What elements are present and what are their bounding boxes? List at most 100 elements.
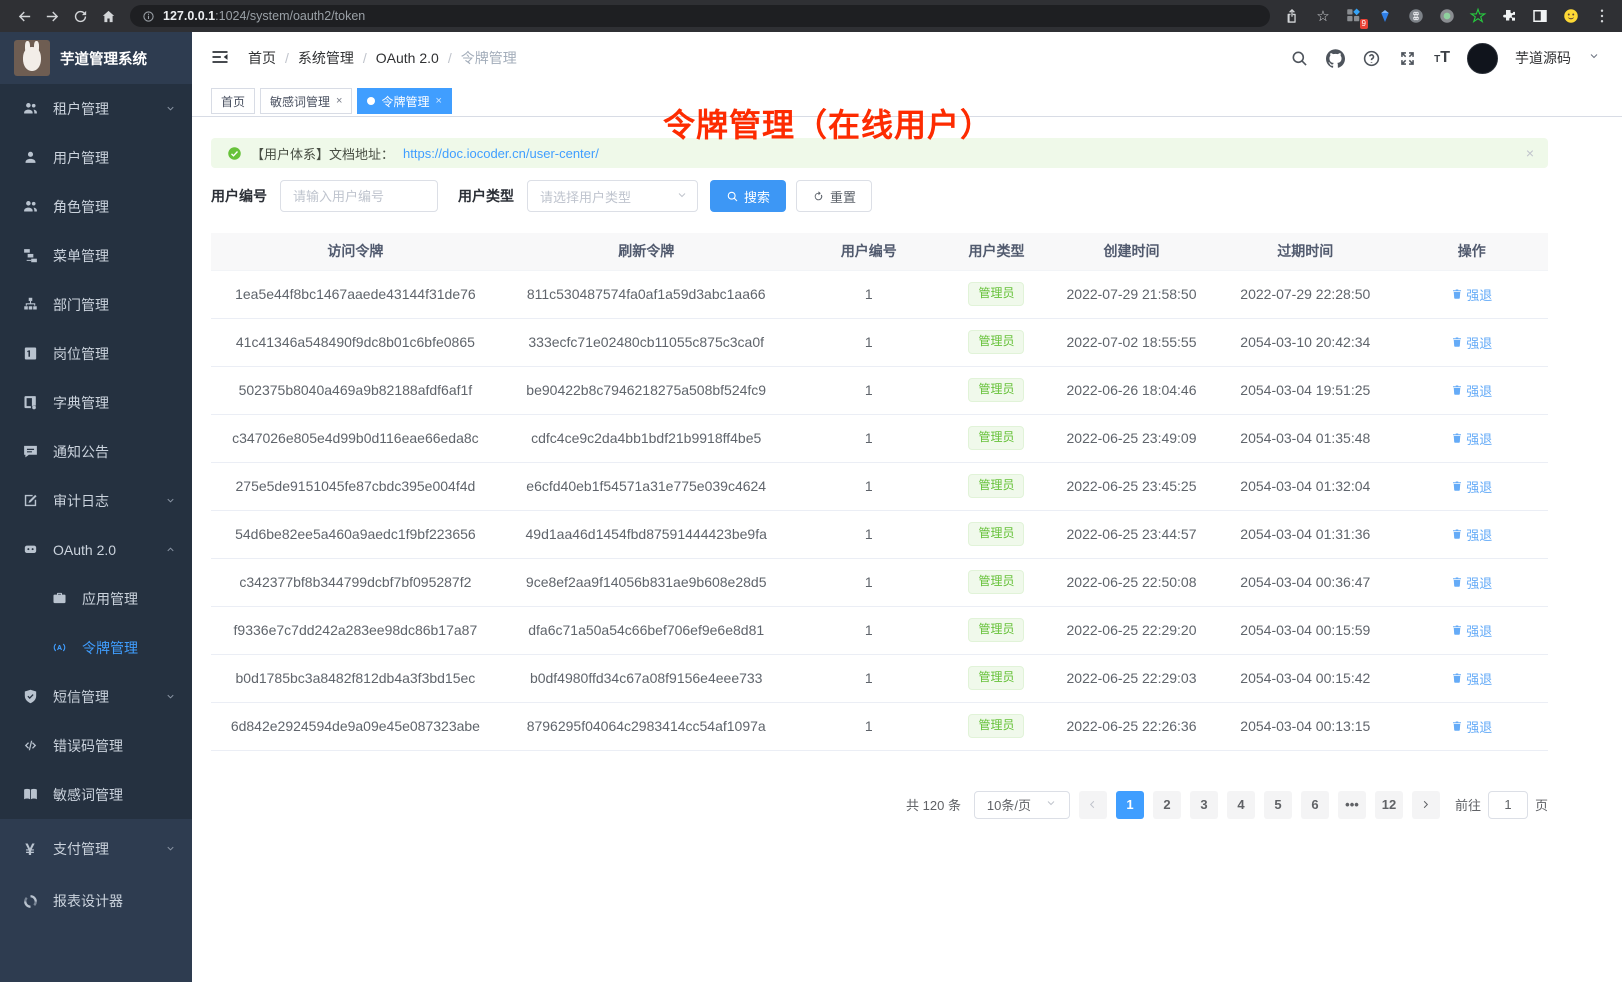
sidebar-item-5[interactable]: 部门管理	[0, 280, 192, 329]
trash-icon	[1451, 336, 1463, 348]
page-button-2[interactable]: 2	[1153, 791, 1181, 819]
column-header: 过期时间	[1215, 233, 1395, 270]
cell-created: 2022-07-02 18:55:55	[1048, 318, 1215, 366]
reset-button[interactable]: 重置	[796, 180, 872, 212]
user-name[interactable]: 芋道源码	[1515, 48, 1571, 68]
chevron-down-icon	[165, 841, 176, 857]
home-icon[interactable]	[94, 3, 122, 29]
prev-page-button[interactable]	[1079, 791, 1107, 819]
github-icon[interactable]	[1326, 49, 1345, 68]
sidebar-item-7[interactable]: 字典管理	[0, 378, 192, 427]
trash-icon	[1451, 576, 1463, 588]
command-extension-icon[interactable]	[1406, 6, 1426, 26]
extension-grid-icon[interactable]: 9	[1344, 6, 1364, 26]
page-button-5[interactable]: 5	[1264, 791, 1292, 819]
page-button-6[interactable]: 6	[1301, 791, 1329, 819]
reload-icon[interactable]	[66, 3, 94, 29]
search-button[interactable]: 搜索	[710, 180, 786, 212]
app-briefcase-icon	[50, 590, 68, 608]
force-logout-button[interactable]: 强退	[1451, 477, 1492, 496]
puzzle-extension-icon[interactable]	[1499, 6, 1519, 26]
profile-emoji-icon[interactable]	[1561, 6, 1581, 26]
sidebar-item-4[interactable]: 菜单管理	[0, 231, 192, 280]
column-header: 刷新令牌	[500, 233, 793, 270]
page-size-select[interactable]: 10条/页	[974, 791, 1070, 819]
fullscreen-icon[interactable]	[1398, 49, 1417, 68]
alert-doc-link[interactable]: https://doc.iocoder.cn/user-center/	[403, 146, 599, 161]
sidebar-item-label: 审计日志	[53, 491, 109, 511]
user-menu-caret-icon[interactable]	[1588, 49, 1600, 67]
search-icon[interactable]	[1290, 49, 1309, 68]
collapse-sidebar-icon[interactable]	[210, 47, 232, 69]
avatar[interactable]	[1467, 43, 1498, 74]
back-icon[interactable]	[10, 3, 38, 29]
sidebar-item-label: 通知公告	[53, 442, 109, 462]
sidebar-item-6[interactable]: 岗位管理	[0, 329, 192, 378]
cell-access: 41c41346a548490f9dc8b01c6bfe0865	[211, 318, 500, 366]
sidebar-item-12[interactable]: 令牌管理	[0, 623, 192, 672]
force-logout-button[interactable]: 强退	[1451, 285, 1492, 304]
page-button-12[interactable]: 12	[1375, 791, 1403, 819]
user-type-select[interactable]: 请选择用户类型	[527, 180, 698, 212]
font-size-icon[interactable]: TT	[1434, 49, 1450, 67]
help-icon[interactable]	[1362, 49, 1381, 68]
page-button-3[interactable]: 3	[1190, 791, 1218, 819]
breadcrumb-item[interactable]: 系统管理	[298, 48, 354, 68]
sidebar-item-8[interactable]: 通知公告	[0, 427, 192, 476]
tab-3[interactable]: 令牌管理×	[357, 88, 451, 114]
sidebar-item-14[interactable]: 错误码管理	[0, 721, 192, 770]
force-logout-button[interactable]: 强退	[1451, 573, 1492, 592]
trash-icon	[1451, 672, 1463, 684]
sidebar-item-label: 岗位管理	[53, 344, 109, 364]
split-screen-extension-icon[interactable]	[1530, 6, 1550, 26]
force-logout-button[interactable]: 强退	[1451, 381, 1492, 400]
force-logout-button[interactable]: 强退	[1451, 621, 1492, 640]
cell-user_id-value: 1	[865, 574, 873, 590]
logo[interactable]: 芋道管理系统	[0, 32, 192, 84]
sidebar-item-3[interactable]: 角色管理	[0, 182, 192, 231]
sidebar-item-15[interactable]: 敏感词管理	[0, 770, 192, 819]
pay-yen-icon: ¥	[21, 840, 39, 858]
column-header: 创建时间	[1048, 233, 1215, 270]
sidebar-item-13[interactable]: 短信管理	[0, 672, 192, 721]
share-icon[interactable]	[1282, 6, 1302, 26]
page-info-icon[interactable]	[142, 10, 155, 23]
goto-label: 前往	[1455, 795, 1481, 814]
goto-page-input[interactable]	[1488, 791, 1528, 819]
sidebar-item-11[interactable]: 应用管理	[0, 574, 192, 623]
user-id-input[interactable]	[280, 180, 438, 212]
sidebar-item-2[interactable]: 用户管理	[0, 133, 192, 182]
sidebar-item-10[interactable]: OAuth 2.0	[0, 525, 192, 574]
tab-close-icon[interactable]: ×	[435, 95, 441, 107]
gem-extension-icon[interactable]	[1375, 6, 1395, 26]
cell-action: 强退	[1396, 558, 1548, 606]
force-logout-button[interactable]: 强退	[1451, 525, 1492, 544]
page-button-4[interactable]: 4	[1227, 791, 1255, 819]
sidebar-item-1[interactable]: 租户管理	[0, 84, 192, 133]
browser-menu-icon[interactable]	[1592, 6, 1612, 26]
tab-close-icon[interactable]: ×	[336, 95, 342, 107]
bookmark-star-icon[interactable]: ☆	[1313, 6, 1333, 26]
address-bar[interactable]: 127.0.0.1:1024/system/oauth2/token	[130, 5, 1270, 27]
tab-2[interactable]: 敏感词管理×	[260, 88, 352, 114]
breadcrumb-item[interactable]: OAuth 2.0	[376, 50, 439, 66]
page-ellipsis-button[interactable]: •••	[1338, 791, 1366, 819]
page-button-1[interactable]: 1	[1116, 791, 1144, 819]
record-extension-icon[interactable]	[1437, 6, 1457, 26]
force-logout-button[interactable]: 强退	[1451, 717, 1492, 736]
cell-user_id: 1	[793, 654, 945, 702]
alert-close-icon[interactable]: ×	[1526, 145, 1534, 161]
forward-icon[interactable]	[38, 3, 66, 29]
force-logout-button[interactable]: 强退	[1451, 429, 1492, 448]
filter-bar: 用户编号 用户类型 请选择用户类型 搜索 重置	[211, 180, 1548, 212]
tab-1[interactable]: 首页	[211, 88, 255, 114]
cell-action: 强退	[1396, 462, 1548, 510]
sidebar-item-16[interactable]: ¥支付管理	[0, 823, 192, 875]
next-page-button[interactable]	[1412, 791, 1440, 819]
green-star-extension-icon[interactable]	[1468, 6, 1488, 26]
force-logout-button[interactable]: 强退	[1451, 333, 1492, 352]
force-logout-button[interactable]: 强退	[1451, 669, 1492, 688]
sidebar-item-17[interactable]: 报表设计器	[0, 875, 192, 927]
sidebar-item-9[interactable]: 审计日志	[0, 476, 192, 525]
breadcrumb-item[interactable]: 首页	[248, 48, 276, 68]
